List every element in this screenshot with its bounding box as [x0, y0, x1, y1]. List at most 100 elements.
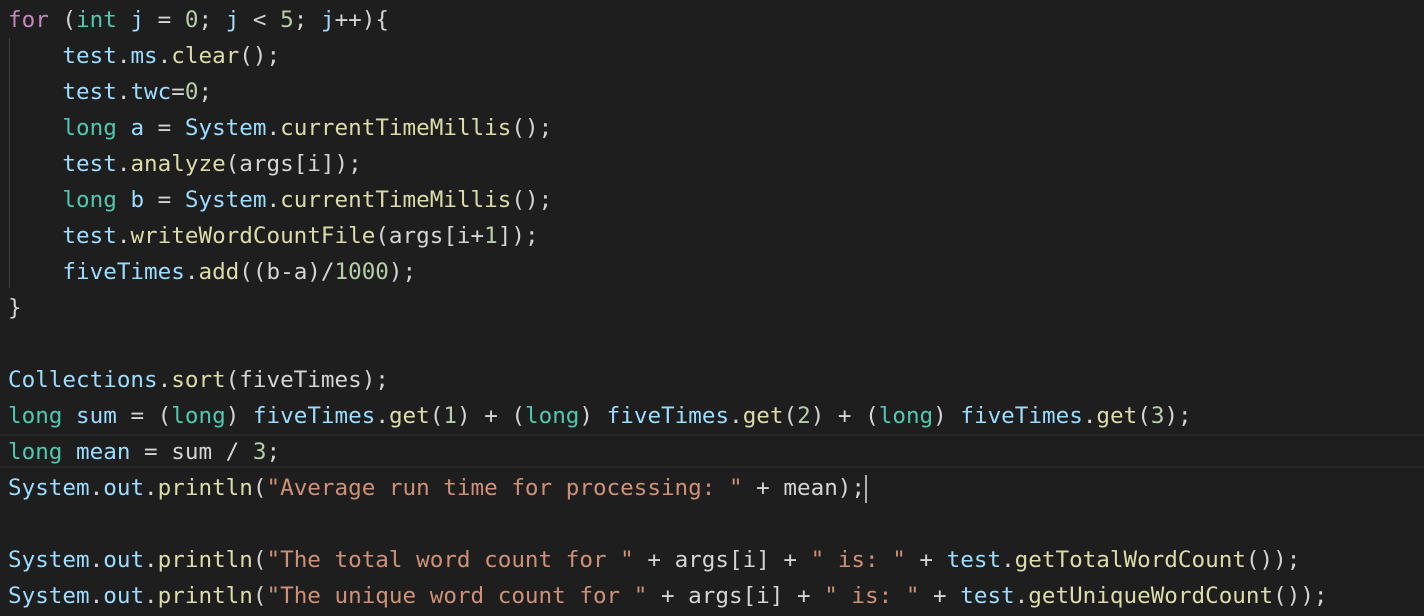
code-token: clear — [171, 43, 240, 69]
code-token: . — [116, 151, 131, 177]
code-token: ()); — [1245, 547, 1301, 573]
code-token: System — [8, 475, 90, 501]
code-token: + args[i] + — [633, 547, 811, 573]
code-line[interactable]: long a = System.currentTimeMillis(); — [8, 110, 552, 146]
code-token: out — [103, 547, 145, 573]
code-line[interactable]: long sum = (long) fiveTimes.get(1) + (lo… — [8, 398, 1192, 434]
code-token: + args[i] + — [647, 583, 825, 609]
code-token: System — [184, 115, 267, 141]
code-token: println — [157, 583, 253, 609]
code-token: . — [116, 223, 131, 249]
code-token: 0 — [184, 7, 199, 33]
code-token: + — [905, 547, 947, 573]
code-token: . — [266, 187, 281, 213]
code-token: System — [8, 583, 90, 609]
code-line[interactable]: Collections.sort(fiveTimes); — [8, 362, 389, 398]
code-token: ++){ — [334, 7, 389, 33]
code-token: sum — [76, 403, 117, 429]
code-token: ); — [1164, 403, 1192, 429]
code-token: int — [76, 7, 117, 33]
code-token: ) + ( — [810, 403, 879, 429]
code-line[interactable]: System.out.println("Average run time for… — [8, 470, 868, 506]
code-token: long — [62, 187, 117, 213]
code-token: ); — [388, 259, 417, 285]
code-line[interactable]: long b = System.currentTimeMillis(); — [8, 182, 552, 218]
code-token: . — [144, 583, 158, 609]
code-token: println — [157, 475, 253, 501]
code-token: . — [116, 79, 131, 105]
code-line[interactable]: test.analyze(args[i]); — [8, 146, 362, 182]
code-token: . — [116, 43, 131, 69]
code-line[interactable]: } — [8, 290, 22, 326]
code-token: . — [1082, 403, 1097, 429]
code-token: test — [946, 547, 1002, 573]
code-token: fiveTimes — [62, 259, 185, 285]
code-line[interactable]: test.writeWordCountFile(args[i+1]); — [8, 218, 538, 254]
code-token: " is: " — [824, 583, 920, 609]
code-token: ) — [933, 403, 961, 429]
code-token: " is: " — [810, 547, 906, 573]
code-token: get — [1096, 403, 1138, 429]
code-token: 2 — [797, 403, 811, 429]
code-token: ( — [783, 403, 798, 429]
code-line[interactable]: System.out.println("The total word count… — [8, 542, 1300, 578]
code-token: = — [144, 187, 185, 213]
code-token: ) — [579, 403, 607, 429]
code-token: a — [130, 115, 145, 141]
code-line[interactable]: test.twc=0; — [8, 74, 212, 110]
code-token: (); — [511, 115, 553, 141]
code-token: . — [144, 547, 158, 573]
code-token: = — [171, 79, 185, 105]
code-token: 0 — [184, 79, 199, 105]
code-token: println — [157, 547, 253, 573]
code-token: + mean); — [742, 475, 866, 501]
code-token: . — [729, 403, 743, 429]
code-token: get — [742, 403, 784, 429]
code-token: test — [62, 151, 117, 177]
code-token: (args[i]); — [225, 151, 362, 177]
code-token: j — [130, 7, 145, 33]
code-token: currentTimeMillis — [280, 187, 512, 213]
code-token: getUniqueWordCount — [1028, 583, 1274, 609]
code-token: 3 — [252, 439, 267, 465]
code-token: writeWordCountFile — [130, 223, 376, 249]
code-line[interactable]: System.out.println("The unique word coun… — [8, 578, 1328, 614]
code-token: for — [8, 7, 49, 33]
code-token: = — [144, 115, 185, 141]
code-token: long — [62, 115, 117, 141]
code-token: out — [103, 583, 145, 609]
code-editor[interactable]: for (int j = 0; j < 5; j++){ test.ms.cle… — [0, 0, 1424, 616]
code-token: 1 — [484, 223, 498, 249]
code-token: fiveTimes — [606, 403, 730, 429]
code-token: ( — [252, 475, 267, 501]
code-token: 1 — [443, 403, 457, 429]
code-token: long — [8, 403, 63, 429]
code-line[interactable]: long mean = sum / 3; — [8, 434, 280, 470]
code-line[interactable]: test.ms.clear(); — [8, 38, 280, 74]
text-cursor — [865, 474, 868, 503]
code-token: . — [157, 43, 172, 69]
code-token: = — [144, 7, 185, 33]
code-token: 3 — [1150, 403, 1165, 429]
code-line[interactable]: for (int j = 0; j < 5; j++){ — [8, 2, 389, 38]
code-token: analyze — [130, 151, 226, 177]
code-token: . — [184, 259, 199, 285]
code-token: test — [960, 583, 1015, 609]
code-token: < — [239, 7, 281, 33]
code-token: "Average run time for processing: " — [266, 475, 743, 501]
code-token: ) — [225, 403, 253, 429]
code-token: j — [320, 7, 335, 33]
code-token: . — [89, 583, 104, 609]
code-line[interactable]: fiveTimes.add((b-a)/1000); — [8, 254, 416, 290]
code-token: . — [89, 475, 104, 501]
code-token: ; — [266, 439, 281, 465]
code-token: ((b-a)/ — [239, 259, 335, 285]
code-token: getTotalWordCount — [1014, 547, 1246, 573]
code-token: 5 — [280, 7, 294, 33]
code-token: (); — [511, 187, 553, 213]
